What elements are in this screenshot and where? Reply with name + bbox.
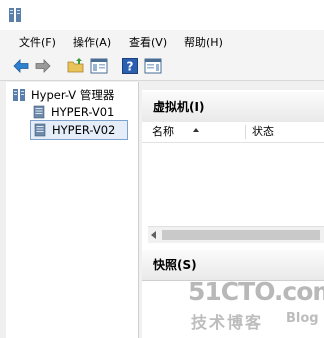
show-hide-console-tree-icon[interactable] [90,57,108,75]
vm-column-headers: 名称 状态 [142,122,324,143]
menu-help[interactable]: 帮助(H) [184,34,223,50]
column-separator[interactable] [245,125,246,139]
hyper-v-manager-icon [12,88,26,102]
tree-server-label: HYPER-V01 [51,105,115,119]
menu-bar: 文件(F) 操作(A) 查看(V) 帮助(H) [0,30,324,52]
up-folder-icon[interactable] [67,57,85,75]
server-icon [33,123,47,137]
tree-root-hyper-v-manager[interactable]: Hyper-V 管理器 [12,86,136,104]
console-tree: Hyper-V 管理器 HYPER-V01 HYPER-V02 [6,82,139,338]
title-bar [0,0,324,30]
forward-arrow-icon[interactable] [34,57,52,75]
tree-server-label: HYPER-V02 [52,123,116,137]
show-hide-action-pane-icon[interactable] [144,57,162,75]
scroll-left-icon[interactable] [151,231,156,239]
tree-server-hyper-v01[interactable]: HYPER-V01 [32,103,128,121]
snapshots-title: 快照(S) [153,258,197,272]
sort-ascending-icon [192,122,200,149]
tree-server-hyper-v02[interactable]: HYPER-V02 [30,120,128,140]
toolbar: ? [0,52,324,81]
virtual-machines-header: 虚拟机(I) [142,92,324,123]
horizontal-scrollbar[interactable] [148,226,324,243]
scrollbar-thumb[interactable] [162,230,320,240]
menu-file[interactable]: 文件(F) [19,34,56,50]
column-status[interactable]: 状态 [252,122,274,142]
results-pane: 虚拟机(I) 名称 状态 快照(S) [142,90,324,338]
help-icon[interactable]: ? [121,57,139,75]
svg-text:?: ? [127,60,134,74]
column-name[interactable]: 名称 [152,122,174,142]
server-icon [32,105,46,119]
snapshots-header: 快照(S) [142,250,324,281]
hyper-v-icon [8,7,22,23]
menu-view[interactable]: 查看(V) [129,34,167,50]
virtual-machines-title: 虚拟机(I) [153,100,205,114]
tree-root-label: Hyper-V 管理器 [31,88,115,102]
menu-action[interactable]: 操作(A) [73,34,111,50]
back-arrow-icon[interactable] [12,57,30,75]
